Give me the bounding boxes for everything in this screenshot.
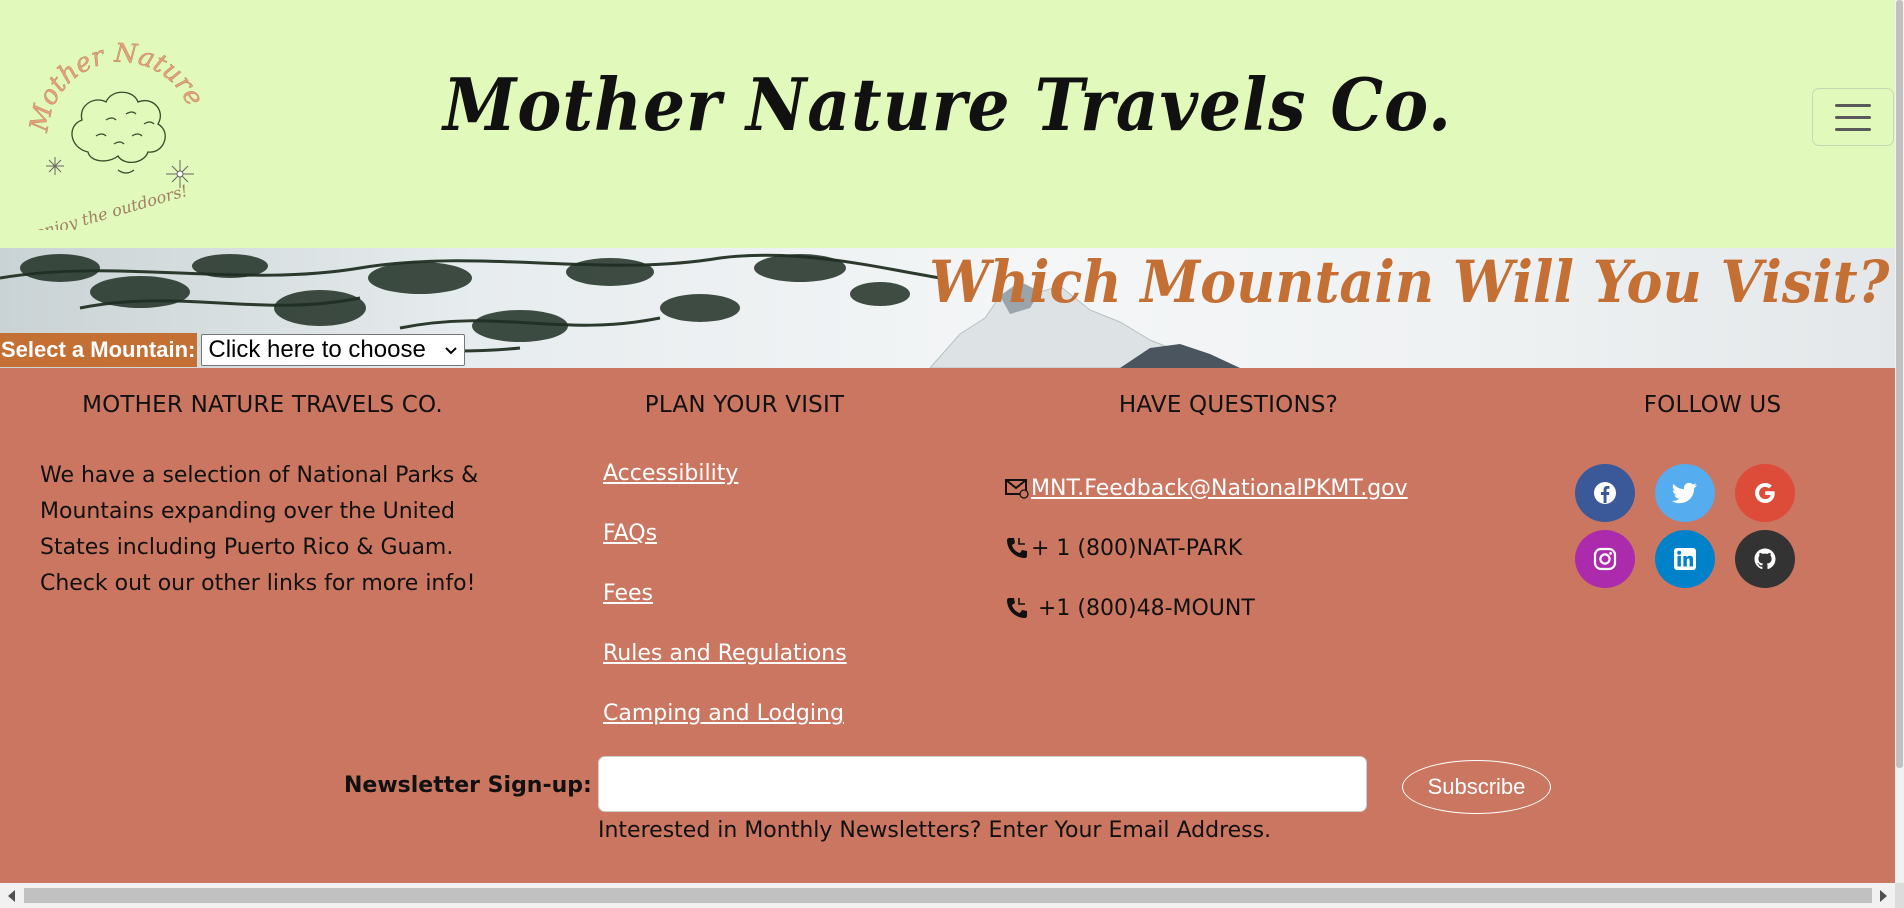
about-text: We have a selection of National Parks & … — [40, 463, 479, 596]
google-icon — [1755, 483, 1775, 503]
site-title: Mother Nature Travels Co. — [443, 62, 1452, 147]
linkedin-button[interactable] — [1655, 530, 1715, 588]
newsletter-email-input[interactable] — [598, 756, 1367, 812]
contact-phone-row: + 1 (800)NAT-PARK — [1005, 518, 1408, 578]
vertical-scrollbar-thumb[interactable] — [1896, 0, 1903, 768]
site-footer: MOTHER NATURE TRAVELS CO. We have a sele… — [0, 368, 1895, 883]
mountain-select-label: Select a Mountain: — [0, 333, 198, 367]
plan-links: Accessibility FAQs Fees Rules and Regula… — [603, 458, 847, 758]
about-heading: MOTHER NATURE TRAVELS CO. — [82, 392, 443, 418]
follow-heading: FOLLOW US — [1643, 392, 1782, 418]
scroll-left-arrow-icon[interactable] — [8, 890, 15, 902]
phone-icon — [1007, 598, 1027, 618]
link-rules[interactable]: Rules and Regulations — [603, 638, 847, 698]
github-icon — [1754, 548, 1776, 570]
scroll-right-arrow-icon[interactable] — [1880, 890, 1887, 902]
link-fees[interactable]: Fees — [603, 578, 847, 638]
github-button[interactable] — [1735, 530, 1795, 588]
mountain-select[interactable]: Click here to choose — [201, 334, 466, 366]
menu-toggle-button[interactable] — [1812, 88, 1894, 146]
chevron-down-icon — [445, 347, 458, 355]
social-links — [1575, 464, 1795, 588]
link-camping[interactable]: Camping and Lodging — [603, 698, 847, 758]
hamburger-icon-bar — [1835, 115, 1871, 119]
link-accessibility[interactable]: Accessibility — [603, 458, 847, 518]
facebook-icon — [1594, 482, 1616, 504]
phone-icon — [1007, 538, 1027, 558]
contact-email-row: MNT.Feedback@NationalPKMT.gov — [1005, 458, 1408, 518]
contact-phone-row: +1 (800)48-MOUNT — [1005, 578, 1408, 638]
facebook-button[interactable] — [1575, 464, 1635, 522]
contact-list: MNT.Feedback@NationalPKMT.gov + 1 (800)N… — [1005, 458, 1408, 638]
contact-email-link[interactable]: MNT.Feedback@NationalPKMT.gov — [1031, 476, 1408, 501]
questions-heading: HAVE QUESTIONS? — [1118, 392, 1339, 418]
banner-heading: Which Mountain Will You Visit? — [928, 248, 1889, 316]
google-button[interactable] — [1735, 464, 1795, 522]
horizontal-scrollbar-thumb[interactable] — [24, 888, 1872, 903]
mountain-select-value: Click here to choose — [208, 336, 426, 363]
scrollbar-corner — [1895, 883, 1904, 908]
linkedin-icon — [1674, 548, 1696, 570]
instagram-icon — [1593, 547, 1617, 571]
newsletter-label: Newsletter Sign-up: — [344, 773, 592, 798]
mountain-select-row: Select a Mountain: Click here to choose — [0, 333, 466, 367]
twitter-button[interactable] — [1655, 464, 1715, 522]
twitter-icon — [1672, 482, 1697, 504]
hamburger-icon-bar — [1835, 127, 1871, 131]
vertical-scrollbar[interactable] — [1895, 0, 1904, 883]
plan-heading: PLAN YOUR VISIT — [644, 392, 845, 418]
newsletter-help-text: Interested in Monthly Newsletters? Enter… — [598, 818, 1272, 843]
logo-tagline: enjoy the outdoors! — [33, 181, 190, 230]
link-faqs[interactable]: FAQs — [603, 518, 847, 578]
contact-phone-2[interactable]: +1 (800)48-MOUNT — [1031, 596, 1255, 621]
instagram-button[interactable] — [1575, 530, 1635, 588]
contact-phone-1[interactable]: + 1 (800)NAT-PARK — [1031, 536, 1242, 561]
site-header: Mother Nature enjoy the outdoors! Mother… — [0, 0, 1895, 248]
horizontal-scrollbar[interactable] — [0, 883, 1895, 908]
envelope-icon — [1005, 479, 1029, 499]
hamburger-icon-bar — [1835, 103, 1871, 107]
subscribe-button[interactable]: Subscribe — [1402, 760, 1551, 814]
